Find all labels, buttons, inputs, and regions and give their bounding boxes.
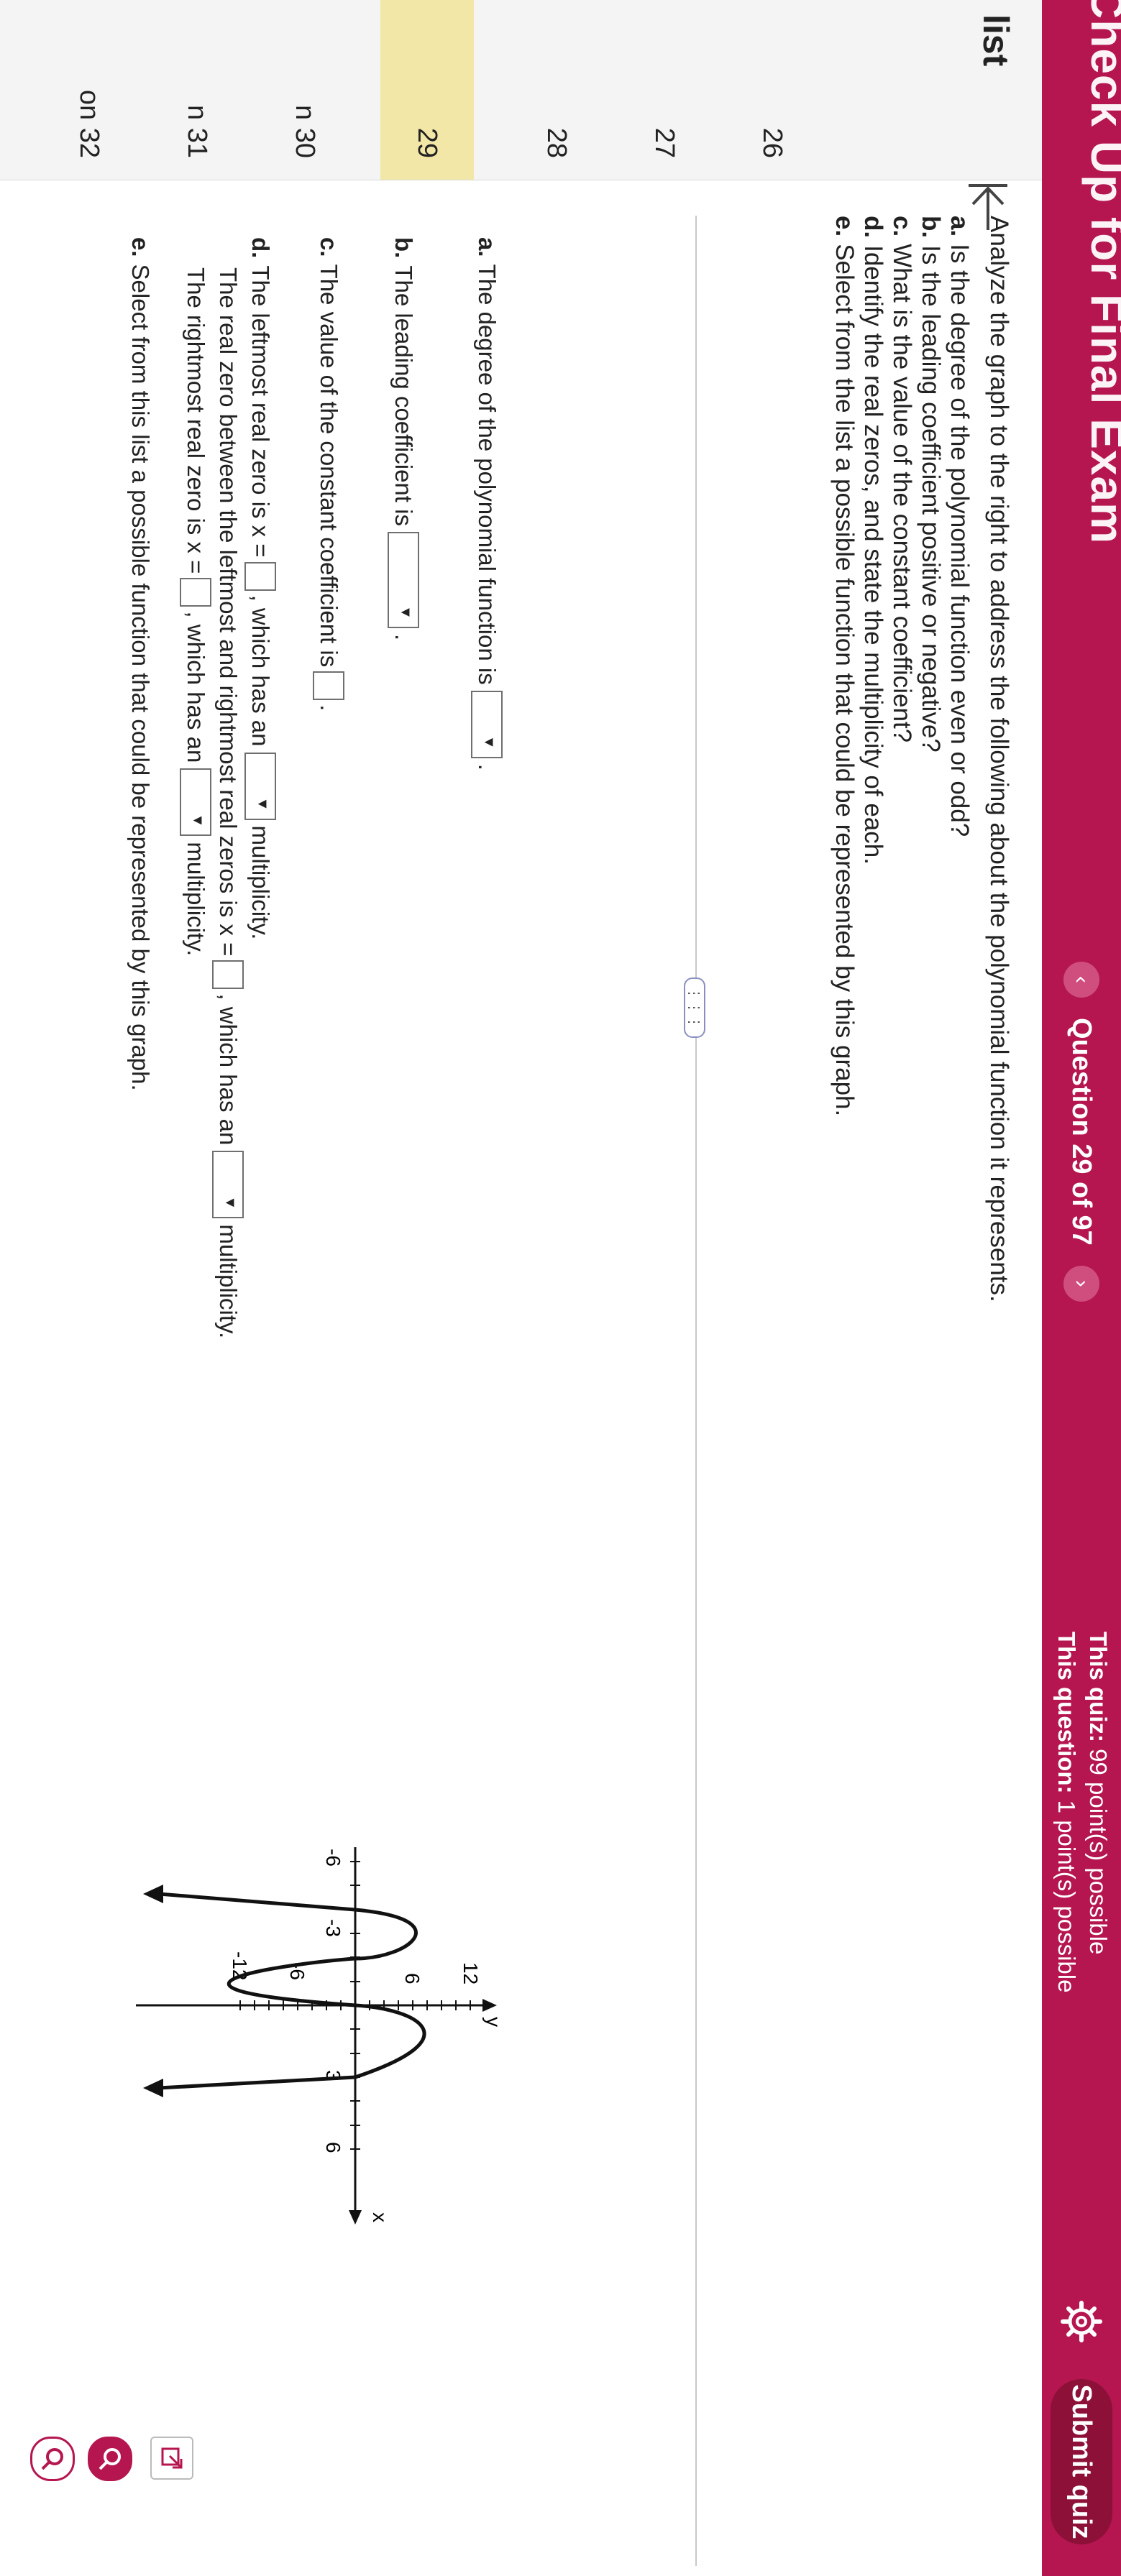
sidebar-item-label: 26 [757, 127, 787, 158]
polynomial-graph: x y -6 -3 3 6 12 6 -6 -12 [136, 1847, 503, 2225]
question-part-e: e.Select from the list a possible functi… [831, 216, 859, 1117]
answer-d-line1: d. The leftmost real zero is x = , which … [244, 237, 276, 939]
gear-icon[interactable] [1060, 2300, 1103, 2343]
sidebar-item-32[interactable]: on 32 [42, 0, 136, 180]
sidebar-item-label: n 30 [290, 105, 320, 158]
degree-parity-dropdown[interactable] [471, 690, 503, 758]
answer-c: c. The value of the constant coefficient … [313, 237, 344, 711]
question-navigator: ‹ Question 29 of 97 › [1058, 949, 1105, 1315]
question-part-b: b.Is the leading coefficient positive or… [917, 216, 945, 753]
sidebar-item-26[interactable]: 26 [726, 0, 819, 180]
sidebar-title: list [976, 14, 1016, 67]
answer-a: a. The degree of the polynomial function … [471, 237, 503, 770]
sidebar-item-label: 29 [412, 127, 442, 158]
question-part-c: c.What is the value of the constant coef… [888, 216, 916, 743]
resize-handle[interactable]: ⋮⋮⋮ [684, 978, 705, 1038]
answer-e: e. Select from this list a possible funct… [127, 237, 154, 1091]
section-divider [695, 216, 697, 2566]
answer-d-line3: The rightmost real zero is x = , which h… [180, 267, 211, 956]
sidebar-item-28[interactable]: 28 [510, 0, 603, 180]
x-tick-label: -6 [322, 1849, 344, 1867]
curve-left-end-arrow [143, 1885, 163, 1903]
zoom-in-icon[interactable] [30, 2437, 75, 2481]
sidebar-item-30[interactable]: n 30 [258, 0, 352, 180]
top-bar: Check Up for Final Exam ‹ Question 29 of… [1042, 0, 1121, 2576]
submit-quiz-button[interactable]: Submit quiz [1051, 2379, 1112, 2544]
curve-right-end-arrow [143, 2079, 163, 2097]
answer-b: b.The leading coefficient is . [388, 237, 419, 640]
sidebar-item-label: 28 [541, 127, 572, 158]
constant-coefficient-input[interactable] [313, 671, 344, 701]
y-tick-label: 6 [401, 1973, 424, 1984]
sidebar-item-label: 27 [649, 127, 680, 158]
screen: Check Up for Final Exam ‹ Question 29 of… [0, 0, 1121, 2576]
question-label: Question 29 of 97 [1066, 1018, 1097, 1246]
quiz-points: 99 point(s) possible [1085, 1749, 1112, 1955]
previous-question-button[interactable]: ‹ [1063, 962, 1099, 998]
leading-coefficient-sign-dropdown[interactable] [388, 531, 419, 628]
sidebar-item-label: n 31 [182, 105, 212, 158]
sidebar-item-31[interactable]: n 31 [150, 0, 244, 180]
y-axis-label: y [482, 2017, 503, 2027]
zoom-out-icon[interactable] [88, 2437, 132, 2481]
rightmost-zero-input[interactable] [180, 578, 211, 607]
points-info: This quiz: 99 point(s) possible This que… [1051, 1632, 1114, 1992]
y-tick-label: 12 [459, 1962, 482, 1984]
middle-zero-input[interactable] [212, 960, 244, 990]
y-axis-arrow [482, 1999, 497, 2012]
quiz-points-prefix: This quiz: [1085, 1632, 1112, 1742]
answer-d-line2: The real zero between the leftmost and r… [212, 267, 244, 1338]
question-list-sidebar: list 26 27 28 29 n 30 n 31 on 32 [0, 0, 1042, 180]
x-tick-label: 6 [322, 2142, 344, 2153]
question-part-d: d.Identify the real zeros, and state the… [859, 216, 887, 865]
polynomial-curve [158, 1892, 426, 2090]
question-points: 1 point(s) possible [1053, 1800, 1080, 1993]
question-part-a: a.Is the degree of the polynomial functi… [946, 216, 974, 837]
question-points-prefix: This question: [1053, 1632, 1080, 1794]
x-axis-label: x [369, 2212, 391, 2222]
middle-multiplicity-dropdown[interactable] [212, 1151, 244, 1219]
side-tools [38, 101, 78, 141]
x-tick-label: -3 [322, 1919, 344, 1937]
question-parts: a.Is the degree of the polynomial functi… [830, 216, 974, 1116]
next-question-button[interactable]: › [1063, 1265, 1099, 1302]
x-axis-arrow [349, 2210, 362, 2225]
sidebar-item-29[interactable]: 29 [380, 0, 474, 180]
sidebar-item-27[interactable]: 27 [618, 0, 711, 180]
leftmost-multiplicity-dropdown[interactable] [244, 752, 276, 820]
rightmost-multiplicity-dropdown[interactable] [180, 768, 211, 837]
leftmost-zero-input[interactable] [244, 561, 276, 591]
quiz-title: Check Up for Final Exam [1081, 0, 1121, 544]
popout-icon[interactable] [150, 2437, 193, 2480]
question-intro: Analyze the graph to the right to addres… [985, 216, 1013, 1302]
